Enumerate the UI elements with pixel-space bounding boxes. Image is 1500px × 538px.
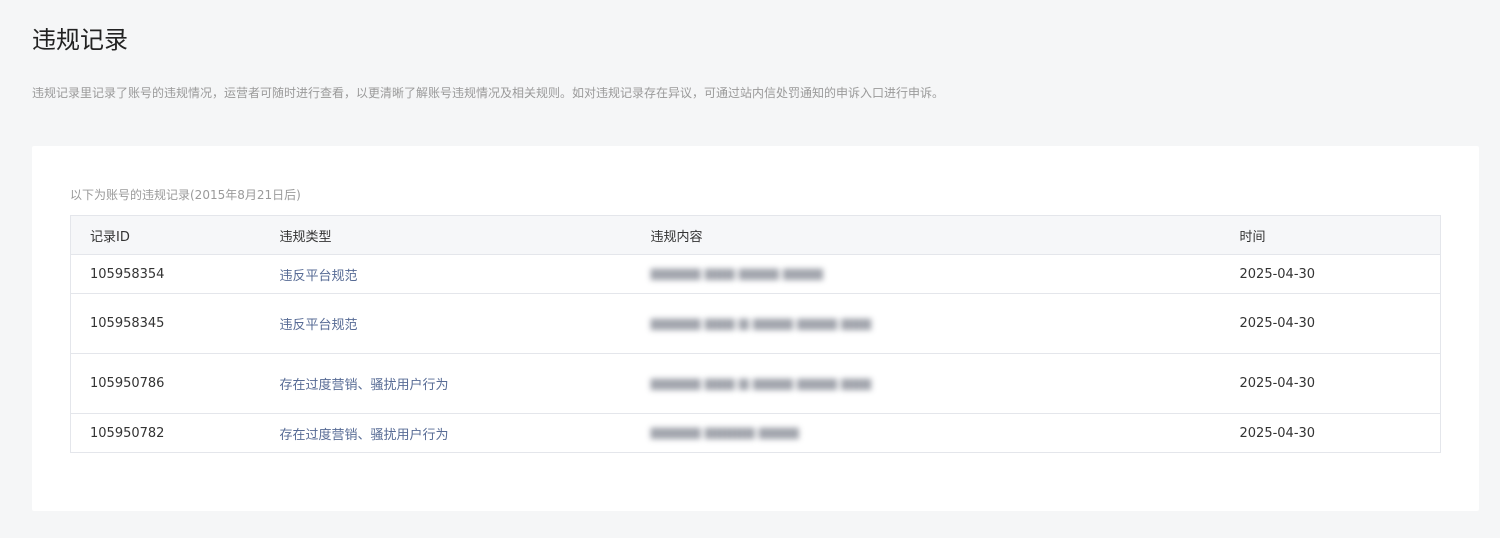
violation-type-link[interactable]: 存在过度营销、骚扰用户行为 bbox=[280, 378, 449, 393]
record-id: 105958345 bbox=[70, 293, 261, 354]
violation-type-cell: 违反平台规范 bbox=[260, 254, 632, 294]
violation-type-cell: 存在过度营销、骚扰用户行为 bbox=[260, 353, 632, 414]
table-row: 105958345 违反平台规范 ▆▆▆▆▆ ▆▆▆ ▆ ▆▆▆▆ ▆▆▆▆ ▆… bbox=[70, 293, 1441, 354]
violation-records-table: 记录ID 违规类型 违规内容 时间 105958354 违反平台规范 ▆▆▆▆▆… bbox=[70, 215, 1441, 453]
header-violation-content: 违规内容 bbox=[631, 215, 1221, 255]
table-row: 105958354 违反平台规范 ▆▆▆▆▆ ▆▆▆ ▆▆▆▆ ▆▆▆▆ 202… bbox=[70, 254, 1441, 294]
violation-type-link[interactable]: 存在过度营销、骚扰用户行为 bbox=[280, 428, 449, 443]
table-header-row: 记录ID 违规类型 违规内容 时间 bbox=[70, 215, 1441, 255]
violation-type-cell: 存在过度营销、骚扰用户行为 bbox=[260, 413, 632, 453]
page-description: 违规记录里记录了账号的违规情况，运营者可随时进行查看，以更清晰了解账号违规情况及… bbox=[32, 86, 945, 100]
violation-content-cell: ▆▆▆▆▆ ▆▆▆▆▆ ▆▆▆▆ bbox=[631, 413, 1221, 453]
violation-content: ▆▆▆▆▆ ▆▆▆ ▆ ▆▆▆▆ ▆▆▆▆ ▆▆▆ bbox=[650, 315, 872, 331]
violation-content-cell: ▆▆▆▆▆ ▆▆▆ ▆ ▆▆▆▆ ▆▆▆▆ ▆▆▆ bbox=[631, 353, 1221, 414]
record-time: 2025-04-30 bbox=[1220, 353, 1441, 414]
violation-content: ▆▆▆▆▆ ▆▆▆ ▆▆▆▆ ▆▆▆▆ bbox=[650, 266, 823, 281]
table-row: 105950782 存在过度营销、骚扰用户行为 ▆▆▆▆▆ ▆▆▆▆▆ ▆▆▆▆… bbox=[70, 413, 1441, 453]
violation-content-cell: ▆▆▆▆▆ ▆▆▆ ▆ ▆▆▆▆ ▆▆▆▆ ▆▆▆ bbox=[631, 293, 1221, 354]
violation-content: ▆▆▆▆▆ ▆▆▆ ▆ ▆▆▆▆ ▆▆▆▆ ▆▆▆ bbox=[650, 375, 872, 391]
record-time: 2025-04-30 bbox=[1220, 293, 1441, 354]
violation-content-cell: ▆▆▆▆▆ ▆▆▆ ▆▆▆▆ ▆▆▆▆ bbox=[631, 254, 1221, 294]
records-caption: 以下为账号的违规记录(2015年8月21日后) bbox=[70, 188, 301, 202]
page-title: 违规记录 bbox=[32, 26, 128, 54]
record-time: 2025-04-30 bbox=[1220, 413, 1441, 453]
record-time: 2025-04-30 bbox=[1220, 254, 1441, 294]
header-violation-type: 违规类型 bbox=[260, 215, 632, 255]
table-row: 105950786 存在过度营销、骚扰用户行为 ▆▆▆▆▆ ▆▆▆ ▆ ▆▆▆▆… bbox=[70, 353, 1441, 414]
records-card: 以下为账号的违规记录(2015年8月21日后) 记录ID 违规类型 违规内容 时… bbox=[32, 146, 1479, 511]
header-record-id: 记录ID bbox=[70, 215, 261, 255]
violation-type-cell: 违反平台规范 bbox=[260, 293, 632, 354]
violation-content: ▆▆▆▆▆ ▆▆▆▆▆ ▆▆▆▆ bbox=[650, 425, 799, 440]
violation-type-link[interactable]: 违反平台规范 bbox=[280, 269, 358, 284]
record-id: 105950782 bbox=[70, 413, 261, 453]
record-id: 105950786 bbox=[70, 353, 261, 414]
violation-type-link[interactable]: 违反平台规范 bbox=[280, 318, 358, 333]
header-time: 时间 bbox=[1220, 215, 1441, 255]
record-id: 105958354 bbox=[70, 254, 261, 294]
